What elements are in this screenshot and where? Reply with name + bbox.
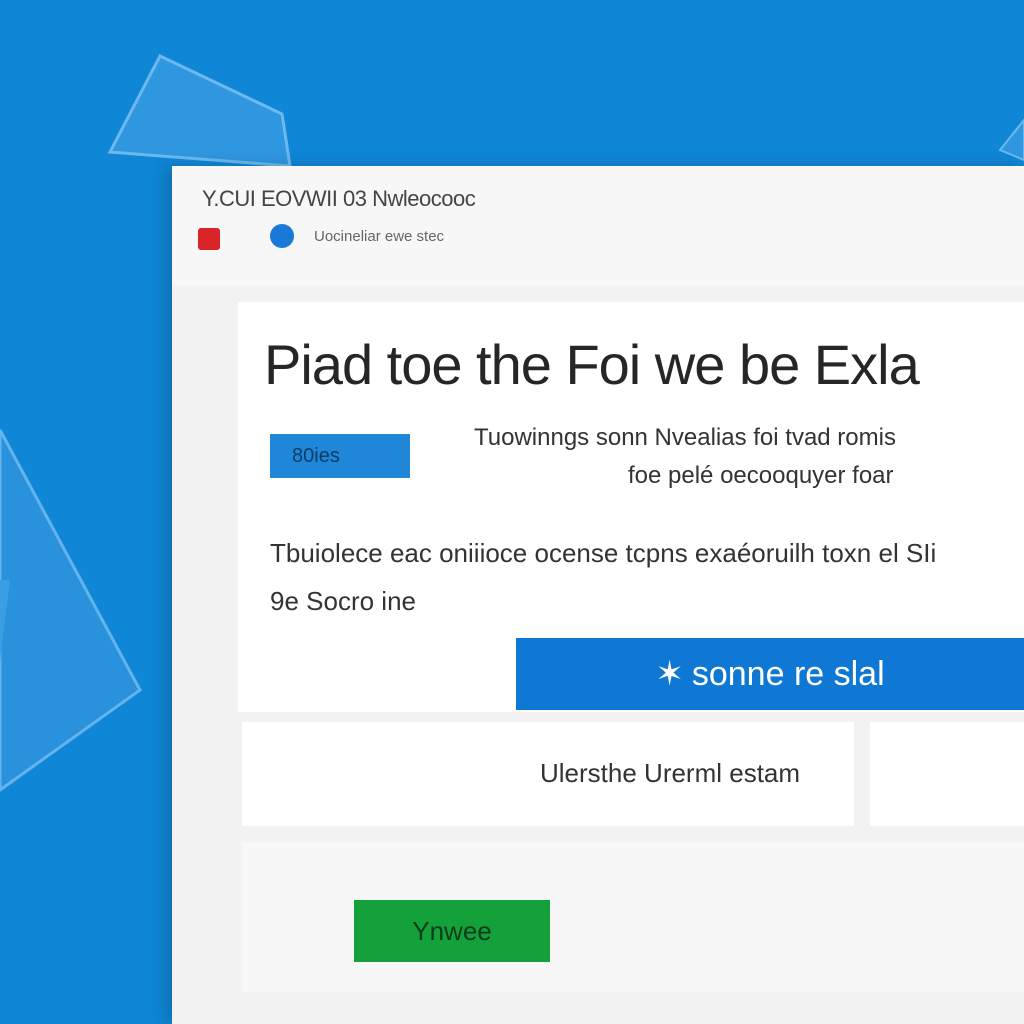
subtitle-line-1: Tuowinngs sonn Nvealias foi tvad romis — [474, 424, 896, 451]
page-title: Piad toe the Foi we be Exla — [264, 333, 920, 396]
description-line-1: Tbuiolece eac oniiioce ocense tcpns exaé… — [270, 538, 937, 568]
title-bar: Y.CUI EOVWII 03 Nwleocooc Uocineliar ewe… — [172, 166, 1024, 286]
status-dot-icon — [270, 224, 294, 248]
status-badge-label: 80ies — [292, 444, 340, 467]
bottom-panel: Ynwee — [242, 842, 1024, 992]
option-card-left[interactable]: Ulersthe Urerml estam — [242, 722, 854, 826]
option-card-right[interactable] — [870, 722, 1024, 826]
close-indicator-icon[interactable] — [198, 228, 220, 250]
status-badge[interactable]: 80ies — [270, 434, 410, 478]
star-icon: ✶ — [655, 655, 684, 693]
app-window: Y.CUI EOVWII 03 Nwleocooc Uocineliar ewe… — [172, 166, 1024, 1024]
window-title: Y.CUI EOVWII 03 Nwleocooc — [202, 186, 476, 211]
primary-action-label: sonne re slal — [691, 654, 885, 693]
ok-button-label: Ynwee — [412, 915, 492, 946]
primary-action-button[interactable]: ✶ sonne re slal — [516, 638, 1024, 710]
ok-button[interactable]: Ynwee — [354, 900, 550, 962]
description-line-2: 9e Socro ine — [270, 586, 416, 616]
address-text: Uocineliar ewe stec — [314, 228, 445, 245]
subtitle-line-2: foe pelé oecooquyer foar — [628, 462, 894, 489]
main-card: Piad toe the Foi we be Exla 80ies Tuowin… — [238, 302, 1024, 712]
option-card-label: Ulersthe Urerml estam — [540, 758, 801, 788]
